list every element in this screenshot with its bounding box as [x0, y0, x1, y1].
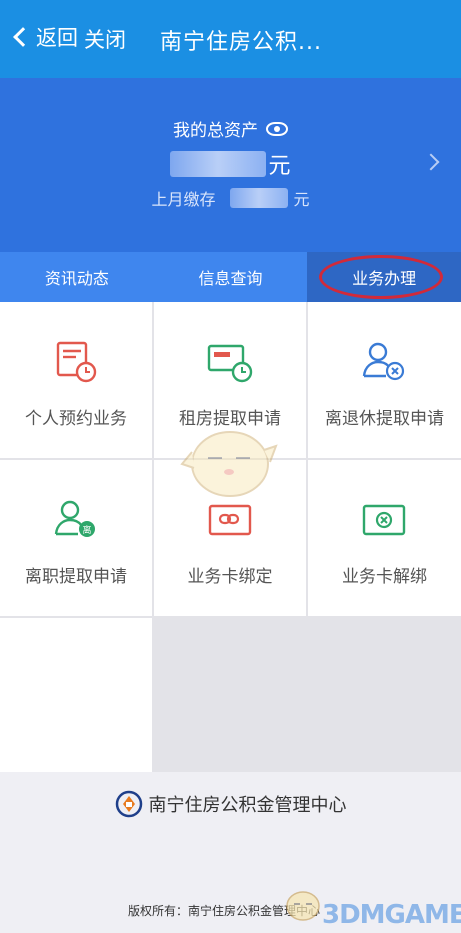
calendar-clock-icon: [56, 341, 97, 383]
total-assets-label: 我的总资产: [173, 121, 258, 141]
eye-icon[interactable]: [266, 121, 288, 136]
tab-business[interactable]: 业务办理: [307, 252, 461, 302]
org-name: 南宁住房公积金管理中心: [148, 795, 347, 816]
top-bar: 返回 关闭 南宁住房公积...: [0, 0, 461, 78]
service-personal-appointment[interactable]: 个人预约业务: [0, 302, 152, 458]
card-clock-icon: [207, 344, 253, 383]
user-leave-icon: 离: [54, 500, 95, 537]
total-assets-row: 我的总资产: [0, 116, 461, 141]
highlight-circle: [319, 255, 444, 299]
svg-text:离: 离: [82, 524, 91, 536]
watermark-mascot-icon: [286, 891, 320, 921]
service-retirement-withdrawal[interactable]: 离退休提取申请: [308, 302, 461, 458]
last-month-row: 上月缴存 元: [0, 186, 461, 210]
back-button[interactable]: 返回: [10, 22, 78, 52]
service-label: 离退休提取申请: [325, 409, 444, 429]
empty-cell: [0, 618, 152, 772]
close-button[interactable]: 关闭: [84, 24, 126, 54]
service-label: 离职提取申请: [25, 567, 127, 587]
user-x-icon: [362, 342, 405, 381]
service-label: 业务卡解绑: [342, 567, 427, 587]
last-month-currency: 元: [293, 190, 310, 209]
watermark-text: 3DMGAME: [322, 900, 461, 930]
service-card-unbind[interactable]: 业务卡解绑: [308, 460, 461, 616]
service-label: 个人预约业务: [25, 409, 127, 429]
service-grid: 个人预约业务 租房提取申请 离退休提取申请 离 离职提取申请 业务卡绑定 业务卡…: [0, 302, 461, 772]
back-label: 返回: [36, 26, 78, 50]
footer-org: 南宁住房公积金管理中心: [0, 790, 461, 818]
service-label: 业务卡绑定: [187, 567, 273, 587]
last-month-label: 上月缴存: [151, 190, 216, 209]
tab-news[interactable]: 资讯动态: [0, 252, 154, 302]
mascot-watermark: [180, 431, 278, 497]
tab-info-query[interactable]: 信息查询: [154, 252, 308, 302]
masked-last-month-amount: [229, 188, 288, 208]
tab-bar: 资讯动态 信息查询 业务办理: [0, 252, 461, 302]
asset-panel[interactable]: 我的总资产 元 上月缴存 元: [0, 78, 461, 252]
total-assets-value: 元: [0, 148, 461, 180]
masked-amount: [170, 151, 267, 177]
chevron-left-icon: [13, 27, 33, 47]
card-link-icon: [208, 504, 252, 536]
currency-label: 元: [268, 154, 291, 179]
card-unlink-icon: [362, 504, 406, 536]
org-logo-icon: [115, 790, 142, 818]
page-title: 南宁住房公积...: [160, 30, 322, 55]
service-resignation-withdrawal[interactable]: 离 离职提取申请: [0, 460, 152, 616]
